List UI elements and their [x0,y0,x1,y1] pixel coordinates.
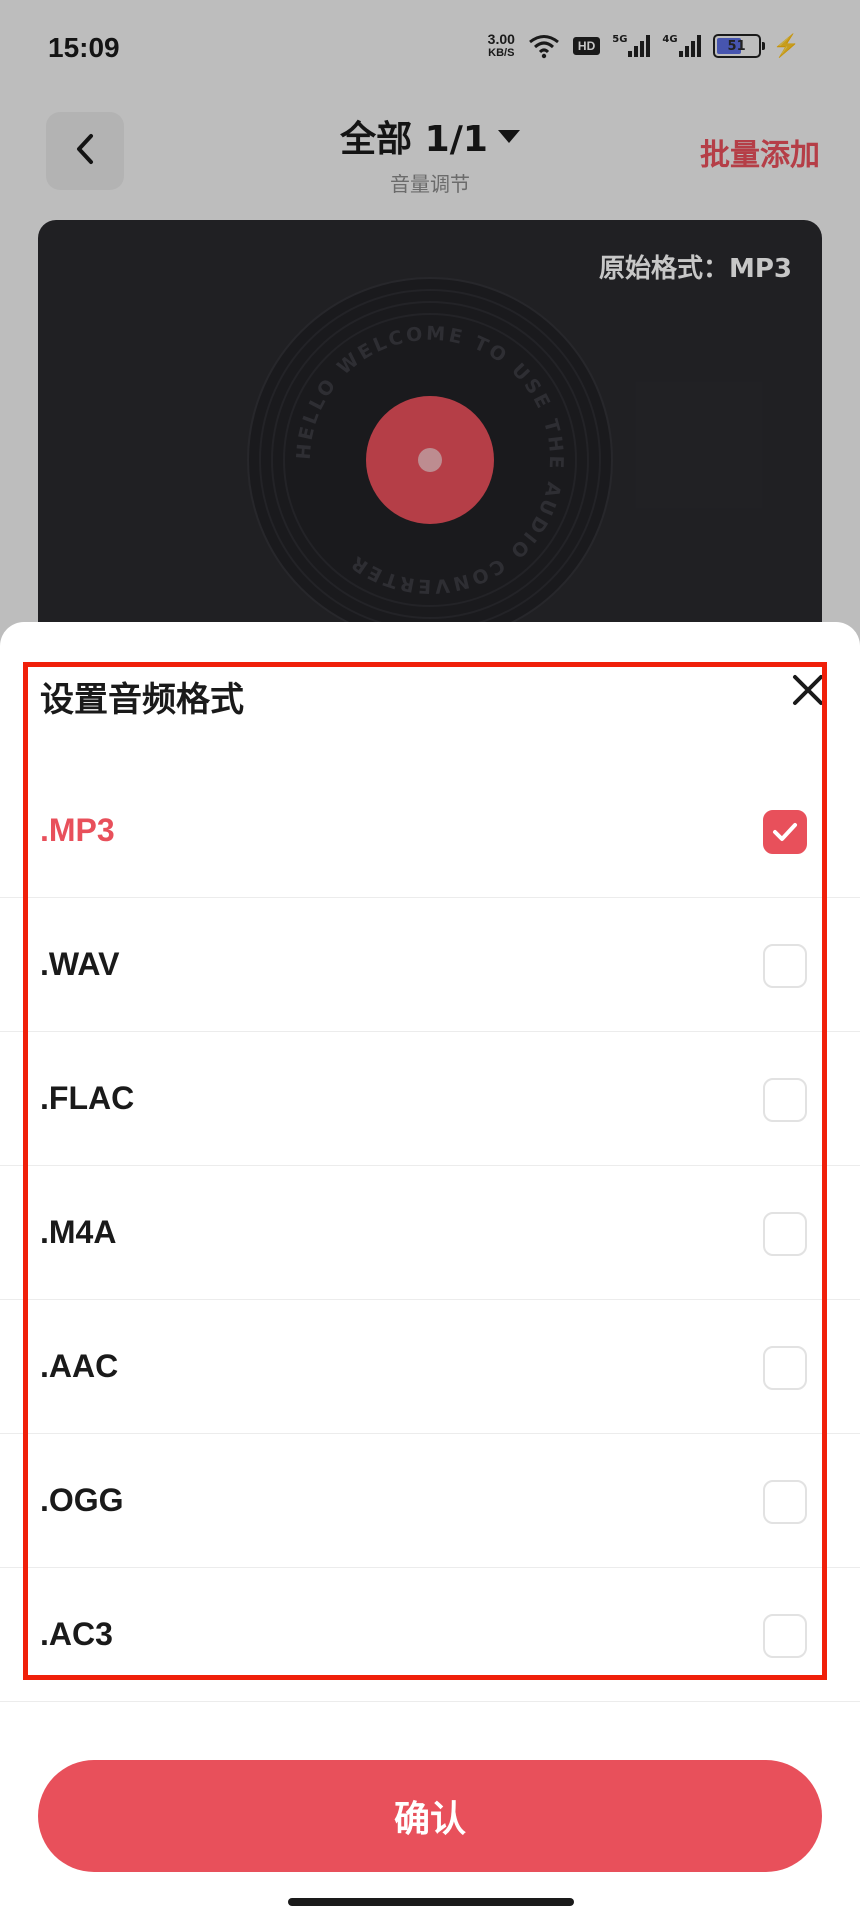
home-indicator[interactable] [288,1898,574,1906]
battery-level: 51 [727,38,746,54]
highlight-annotation-box [23,662,827,1680]
confirm-button[interactable]: 确认 [38,1760,822,1872]
